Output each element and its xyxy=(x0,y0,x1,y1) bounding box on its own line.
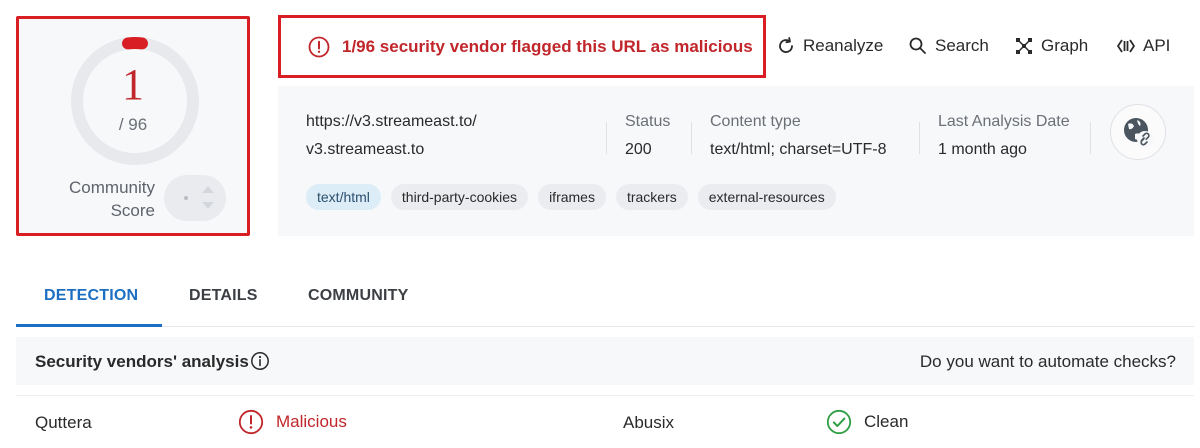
tab-community[interactable]: COMMUNITY xyxy=(308,287,408,305)
tab-details[interactable]: DETAILS xyxy=(189,287,258,305)
content-type-value: text/html; charset=UTF-8 xyxy=(710,141,887,158)
divider xyxy=(1090,122,1091,154)
api-button[interactable]: API xyxy=(1116,36,1170,56)
divider xyxy=(691,122,692,154)
detection-score-card: 1 / 96 Community Score xyxy=(16,16,250,236)
community-vote-control[interactable] xyxy=(164,175,226,221)
status-label: Status xyxy=(625,113,671,130)
check-circle-icon xyxy=(826,409,852,435)
vendors-analysis-header: Security vendors' analysis Do you want t… xyxy=(16,337,1194,385)
verdict-label: Clean xyxy=(864,412,909,431)
url-full[interactable]: https://v3.streameast.to/ xyxy=(306,113,477,131)
graph-icon xyxy=(1016,38,1032,54)
vote-down-icon[interactable] xyxy=(202,202,214,209)
automate-checks-link[interactable]: Do you want to automate checks? xyxy=(920,352,1176,372)
api-label: API xyxy=(1143,36,1171,55)
info-icon[interactable] xyxy=(250,351,270,371)
score-total: / 96 xyxy=(118,115,148,134)
status-value: 200 xyxy=(625,141,652,158)
score-value: 1 xyxy=(122,60,144,109)
vote-up-icon[interactable] xyxy=(202,186,214,193)
malicious-alert-banner: 1/96 security vendor flagged this URL as… xyxy=(278,15,766,78)
tag-chip[interactable]: third-party-cookies xyxy=(390,184,529,210)
divider xyxy=(919,122,920,154)
last-analysis-value: 1 month ago xyxy=(938,141,1027,158)
vendor-name: Quttera xyxy=(35,413,92,432)
alert-circle-icon xyxy=(238,409,264,435)
community-score-label: Community Score xyxy=(69,178,155,220)
vendor-verdict: Malicious xyxy=(238,409,347,435)
vote-dot xyxy=(184,196,188,200)
alert-circle-icon xyxy=(308,36,330,57)
search-icon xyxy=(909,37,926,54)
reanalyze-label: Reanalyze xyxy=(803,36,884,55)
section-title: Security vendors' analysis xyxy=(35,352,249,371)
tag-chip[interactable]: trackers xyxy=(615,184,688,210)
vendor-name: Abusix xyxy=(623,413,675,432)
tag-chip[interactable]: text/html xyxy=(306,184,381,210)
alert-text: 1/96 security vendor flagged this URL as… xyxy=(342,36,753,56)
tab-detection[interactable]: DETECTION xyxy=(44,287,138,305)
reanalyze-button[interactable]: Reanalyze xyxy=(776,36,883,56)
table-row: Quttera Malicious Abusix Clean xyxy=(16,395,1194,448)
tab-bar: DETECTION DETAILS COMMUNITY xyxy=(16,270,1194,327)
search-label: Search xyxy=(935,36,989,55)
active-tab-indicator xyxy=(16,324,162,327)
globe-link-icon xyxy=(1124,118,1153,147)
tag-chip[interactable]: external-resources xyxy=(697,184,836,210)
last-analysis-label: Last Analysis Date xyxy=(938,113,1070,130)
tag-list: text/html third-party-cookies iframes tr… xyxy=(306,184,836,210)
divider xyxy=(606,122,607,154)
refresh-icon xyxy=(779,37,793,53)
vendor-verdict: Clean xyxy=(826,409,908,435)
api-icon xyxy=(1117,39,1135,53)
url-info-panel: https://v3.streameast.to/ v3.streameast.… xyxy=(278,86,1194,236)
search-button[interactable]: Search xyxy=(908,36,989,56)
url-type-badge xyxy=(1110,104,1166,160)
graph-label: Graph xyxy=(1041,36,1089,55)
content-type-label: Content type xyxy=(710,113,801,130)
verdict-label: Malicious xyxy=(276,412,347,431)
tag-chip[interactable]: iframes xyxy=(538,184,606,210)
graph-button[interactable]: Graph xyxy=(1014,36,1088,56)
url-domain[interactable]: v3.streameast.to xyxy=(306,141,424,159)
